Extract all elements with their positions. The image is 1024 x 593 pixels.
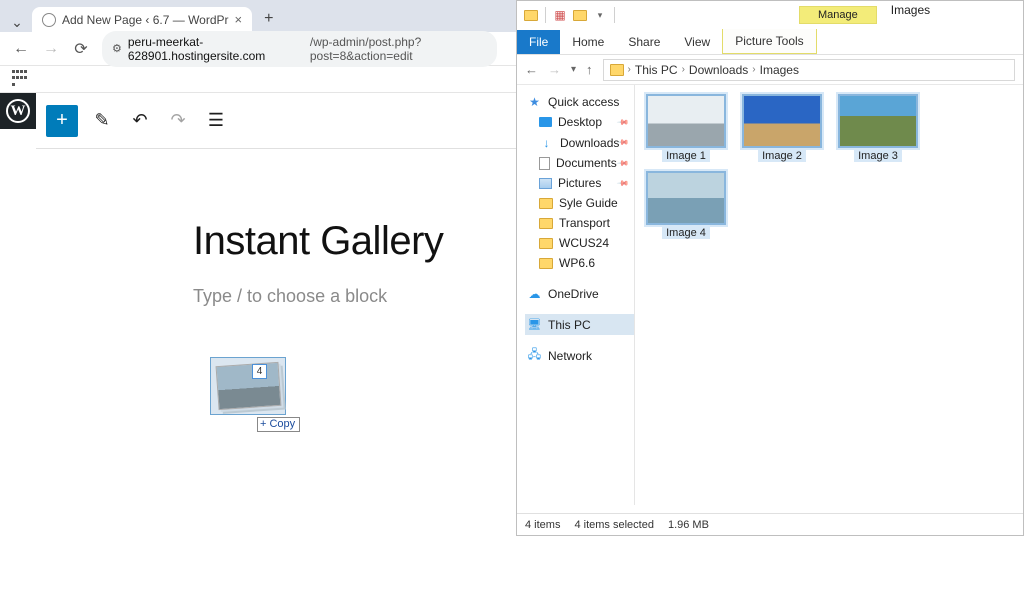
chevron-right-icon: › <box>752 64 755 75</box>
folder-icon <box>539 198 553 209</box>
site-settings-icon[interactable]: ⚙ <box>112 42 122 55</box>
file-label: Image 3 <box>854 150 902 162</box>
file-label: Image 2 <box>758 150 806 162</box>
network-icon: 🖧 <box>527 348 542 363</box>
folder-icon <box>539 238 553 249</box>
cloud-icon: ☁ <box>527 286 542 301</box>
tree-transport[interactable]: Transport <box>525 213 634 233</box>
folder-icon <box>539 258 553 269</box>
chevron-right-icon: › <box>682 64 685 75</box>
explorer-titlebar[interactable]: ▦ ▾ Manage Images <box>517 1 1023 29</box>
explorer-address-row: ← → ▾ ↑ › This PC › Downloads › Images <box>517 55 1023 85</box>
breadcrumb-images[interactable]: Images <box>760 63 799 77</box>
file-item[interactable]: Image 4 <box>643 172 729 239</box>
status-bar: 4 items 4 items selected 1.96 MB <box>517 513 1023 535</box>
forward-icon[interactable]: → <box>42 40 60 58</box>
wordpress-icon: W <box>6 99 30 123</box>
quick-launch: ▦ ▾ <box>517 7 623 23</box>
document-overview-icon[interactable]: ☰ <box>202 107 230 135</box>
ribbon-picture-tools[interactable]: Picture Tools <box>722 29 816 54</box>
tab-search-icon[interactable]: ⌄ <box>6 12 28 32</box>
file-label: Image 4 <box>662 227 710 239</box>
desktop-icon <box>539 117 552 127</box>
download-icon: ↓ <box>539 135 554 150</box>
tree-quick-access[interactable]: ★Quick access <box>525 91 634 112</box>
document-icon <box>539 157 550 170</box>
folder-icon[interactable] <box>523 7 539 23</box>
dropdown-icon[interactable]: ▾ <box>592 7 608 23</box>
image-thumbnail <box>839 95 917 147</box>
tree-onedrive[interactable]: ☁OneDrive <box>525 283 634 304</box>
image-thumbnail <box>647 95 725 147</box>
drag-thumb-icon <box>215 362 281 410</box>
tree-downloads[interactable]: ↓Downloads <box>525 132 634 153</box>
drag-preview: 4 <box>210 357 286 415</box>
chevron-right-icon: › <box>628 64 631 75</box>
file-label: Image 1 <box>662 150 710 162</box>
pictures-icon <box>539 178 552 189</box>
up-icon[interactable]: ↑ <box>586 62 593 77</box>
folder-icon <box>610 64 624 76</box>
address-bar[interactable]: ⚙ peru-meerkat-628901.hostingersite.com/… <box>102 31 497 67</box>
tree-wp66[interactable]: WP6.6 <box>525 253 634 273</box>
new-tab-button[interactable]: + <box>256 6 281 32</box>
url-path: /wp-admin/post.php?post=8&action=edit <box>310 35 487 63</box>
tree-desktop[interactable]: Desktop <box>525 112 634 132</box>
tree-pictures[interactable]: Pictures <box>525 173 634 193</box>
breadcrumb-thispc[interactable]: This PC <box>635 63 678 77</box>
ribbon-home[interactable]: Home <box>560 30 616 54</box>
file-item[interactable]: Image 3 <box>835 95 921 162</box>
redo-icon[interactable]: ↷ <box>164 107 192 135</box>
tree-network[interactable]: 🖧Network <box>525 345 634 366</box>
globe-icon <box>42 13 56 27</box>
file-explorer-window: ▦ ▾ Manage Images File Home Share View P… <box>516 0 1024 536</box>
breadcrumb[interactable]: › This PC › Downloads › Images <box>603 59 1015 81</box>
apps-icon[interactable] <box>12 70 30 88</box>
tab-title: Add New Page ‹ 6.7 — WordPr <box>62 13 229 27</box>
wp-logo-button[interactable]: W <box>0 93 36 129</box>
status-item-count: 4 items <box>525 519 560 531</box>
reload-icon[interactable]: ⟳ <box>72 40 90 58</box>
back-icon[interactable]: ← <box>12 40 30 58</box>
ribbon-share[interactable]: Share <box>616 30 672 54</box>
file-list[interactable]: Image 1 Image 2 Image 3 Image 4 <box>635 85 1023 505</box>
file-item[interactable]: Image 2 <box>739 95 825 162</box>
block-inserter-button[interactable]: + <box>46 105 78 137</box>
navigation-pane: ★Quick access Desktop ↓Downloads Documen… <box>517 85 635 505</box>
ribbon-tabs: File Home Share View Picture Tools <box>517 29 1023 55</box>
edit-tool-icon[interactable]: ✎ <box>88 107 116 135</box>
chevron-down-icon[interactable]: ▾ <box>571 64 576 75</box>
tree-documents[interactable]: Documents <box>525 153 634 173</box>
star-icon: ★ <box>527 94 542 109</box>
image-thumbnail <box>743 95 821 147</box>
folder-icon <box>539 218 553 229</box>
drag-count-badge: 4 <box>252 364 267 379</box>
breadcrumb-downloads[interactable]: Downloads <box>689 63 748 77</box>
status-size: 1.96 MB <box>668 519 709 531</box>
tree-wcus24[interactable]: WCUS24 <box>525 233 634 253</box>
status-selection: 4 items selected <box>574 519 653 531</box>
image-thumbnail <box>647 172 725 224</box>
file-item[interactable]: Image 1 <box>643 95 729 162</box>
pc-icon: 🖥 <box>527 317 542 332</box>
url-host: peru-meerkat-628901.hostingersite.com <box>128 35 304 63</box>
drag-copy-cursor-label: + Copy <box>257 417 300 432</box>
manage-contextual-tab[interactable]: Manage <box>799 6 877 24</box>
tree-styleguide[interactable]: Syle Guide <box>525 193 634 213</box>
window-title: Images <box>891 1 930 17</box>
tree-this-pc[interactable]: 🖥This PC <box>525 314 634 335</box>
ribbon-file[interactable]: File <box>517 30 560 54</box>
close-icon[interactable]: × <box>235 12 243 27</box>
back-icon[interactable]: ← <box>525 62 538 77</box>
properties-icon[interactable]: ▦ <box>552 7 568 23</box>
browser-tab[interactable]: Add New Page ‹ 6.7 — WordPr × <box>32 7 252 32</box>
folder-icon[interactable] <box>572 7 588 23</box>
forward-icon[interactable]: → <box>548 62 561 77</box>
ribbon-view[interactable]: View <box>672 30 722 54</box>
undo-icon[interactable]: ↶ <box>126 107 154 135</box>
